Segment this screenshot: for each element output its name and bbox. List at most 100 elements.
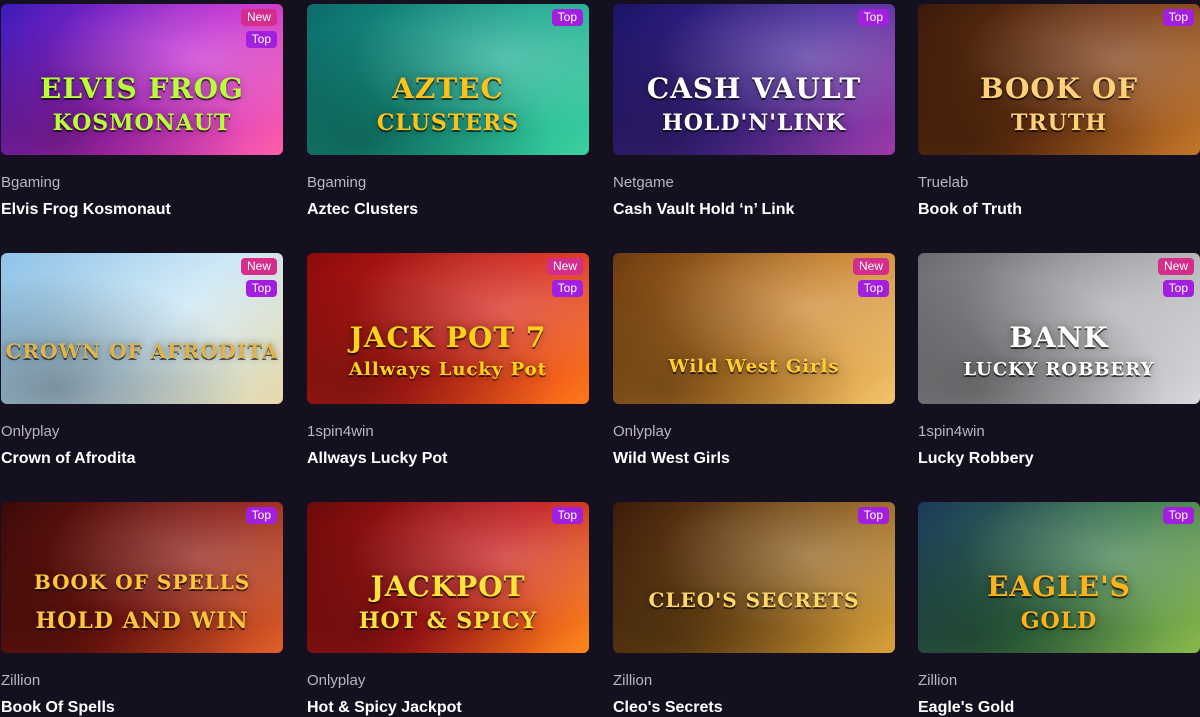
game-thumbnail[interactable]: CLEO'S SECRETS Top bbox=[613, 502, 895, 653]
top-badge: Top bbox=[857, 507, 889, 524]
game-provider: 1spin4win bbox=[307, 423, 374, 440]
game-card[interactable]: AZTEC CLUSTERS Top Bgaming Aztec Clusters bbox=[307, 4, 589, 220]
new-badge: New bbox=[1157, 258, 1194, 275]
badge-group: Top bbox=[1162, 507, 1194, 524]
game-logo-text: ELVIS FROG bbox=[40, 72, 244, 105]
game-title[interactable]: Hot & Spicy Jackpot bbox=[307, 698, 589, 717]
game-provider: Onlyplay bbox=[307, 672, 366, 689]
game-title[interactable]: Crown of Afrodita bbox=[1, 449, 283, 469]
game-provider: Onlyplay bbox=[613, 423, 672, 440]
game-provider: Bgaming bbox=[1, 174, 61, 191]
top-badge: Top bbox=[245, 31, 277, 48]
badge-group: Top bbox=[245, 507, 277, 524]
game-logo-text: CASH VAULT bbox=[646, 72, 862, 105]
game-card[interactable]: CROWN OF AFRODITA New Top Onlyplay Crown of … bbox=[1, 253, 283, 469]
game-title[interactable]: Cash Vault Hold ‘n’ Link bbox=[613, 200, 895, 220]
game-logo-text: BOOK OF SPELLS bbox=[33, 570, 251, 594]
game-provider: Bgaming bbox=[307, 174, 367, 191]
game-thumbnail[interactable]: BOOK OF TRUTH Top bbox=[918, 4, 1200, 155]
game-title[interactable]: Wild West Girls bbox=[613, 449, 895, 469]
game-artwork bbox=[613, 502, 895, 653]
new-badge: New bbox=[240, 9, 277, 26]
game-thumbnail[interactable]: AZTEC CLUSTERS Top bbox=[307, 4, 589, 155]
game-thumbnail[interactable]: CROWN OF AFRODITA New Top bbox=[1, 253, 283, 404]
badge-group: New Top bbox=[1157, 258, 1194, 297]
game-thumbnail[interactable]: JACKPOT HOT & SPICY Top bbox=[307, 502, 589, 653]
top-badge: Top bbox=[551, 9, 583, 26]
game-logo-subtext: Allways Lucky Pot bbox=[349, 359, 547, 380]
game-provider: Onlyplay bbox=[1, 423, 60, 440]
game-title[interactable]: Book of Truth bbox=[918, 200, 1200, 220]
game-card[interactable]: BOOK OF SPELLS HOLD AND WIN Top Zillion Book… bbox=[1, 502, 283, 717]
game-logo-subtext: GOLD bbox=[1020, 608, 1098, 634]
game-thumbnail[interactable]: Wild West Girls New Top bbox=[613, 253, 895, 404]
game-title[interactable]: Eagle's Gold bbox=[918, 698, 1200, 717]
game-card[interactable]: JACKPOT HOT & SPICY Top Onlyplay Hot & Spicy… bbox=[307, 502, 589, 717]
game-logo-subtext: Wild West Girls bbox=[668, 356, 840, 377]
game-title[interactable]: Aztec Clusters bbox=[307, 200, 589, 220]
badge-group: Top bbox=[551, 507, 583, 524]
game-card[interactable]: JACK POT 7 Allways Lucky Pot New Top 1spin4w… bbox=[307, 253, 589, 469]
game-provider: Zillion bbox=[613, 672, 653, 689]
game-logo-text: CLEO'S SECRETS bbox=[648, 588, 860, 612]
game-thumbnail[interactable]: JACK POT 7 Allways Lucky Pot New Top bbox=[307, 253, 589, 404]
top-badge: Top bbox=[857, 9, 889, 26]
badge-group: New Top bbox=[546, 258, 583, 297]
game-title[interactable]: Allways Lucky Pot bbox=[307, 449, 589, 469]
badge-group: Top bbox=[1162, 9, 1194, 26]
game-grid: ELVIS FROG KOSMONAUT New Top Bgaming Elvis Fr… bbox=[0, 0, 1200, 717]
game-provider: 1spin4win bbox=[918, 423, 985, 440]
badge-group: Top bbox=[857, 507, 889, 524]
game-logo-subtext: KOSMONAUT bbox=[52, 110, 232, 136]
top-badge: Top bbox=[1162, 280, 1194, 297]
game-logo-text: AZTEC bbox=[392, 72, 504, 105]
top-badge: Top bbox=[551, 280, 583, 297]
game-logo-text: BANK bbox=[1009, 321, 1109, 354]
game-logo-subtext: CLUSTERS bbox=[376, 110, 520, 136]
top-badge: Top bbox=[551, 507, 583, 524]
game-title[interactable]: Book Of Spells bbox=[1, 698, 283, 717]
game-logo-subtext: HOLD AND WIN bbox=[35, 608, 249, 634]
game-logo-subtext: LUCKY ROBBERY bbox=[963, 359, 1155, 380]
game-card[interactable]: ELVIS FROG KOSMONAUT New Top Bgaming Elvis Fr… bbox=[1, 4, 283, 220]
badge-group: New Top bbox=[240, 258, 277, 297]
game-provider: Truelab bbox=[918, 174, 969, 191]
game-title[interactable]: Cleo's Secrets bbox=[613, 698, 895, 717]
game-provider: Zillion bbox=[918, 672, 958, 689]
game-card[interactable]: BOOK OF TRUTH Top Truelab Book of Truth bbox=[918, 4, 1200, 220]
game-title[interactable]: Elvis Frog Kosmonaut bbox=[1, 200, 283, 220]
game-card[interactable]: EAGLE'S GOLD Top Zillion Eagle's Gold bbox=[918, 502, 1200, 717]
game-provider: Netgame bbox=[613, 174, 674, 191]
game-card[interactable]: CASH VAULT HOLD'N'LINK Top Netgame Cash Vaul… bbox=[613, 4, 895, 220]
game-thumbnail[interactable]: CASH VAULT HOLD'N'LINK Top bbox=[613, 4, 895, 155]
game-logo-text: JACK POT 7 bbox=[349, 321, 547, 354]
badge-group: Top bbox=[551, 9, 583, 26]
game-logo-text: EAGLE'S bbox=[987, 570, 1131, 603]
game-logo-subtext: TRUTH bbox=[1011, 110, 1107, 136]
game-logo-subtext: HOLD'N'LINK bbox=[661, 110, 847, 136]
game-logo-text: BOOK OF bbox=[979, 72, 1139, 105]
new-badge: New bbox=[546, 258, 583, 275]
game-card[interactable]: Wild West Girls New Top Onlyplay Wild West G… bbox=[613, 253, 895, 469]
top-badge: Top bbox=[245, 280, 277, 297]
game-logo-text: CROWN OF AFRODITA bbox=[5, 339, 279, 363]
new-badge: New bbox=[240, 258, 277, 275]
top-badge: Top bbox=[857, 280, 889, 297]
game-card[interactable]: BANK LUCKY ROBBERY New Top 1spin4win Lucky Ro… bbox=[918, 253, 1200, 469]
top-badge: Top bbox=[1162, 507, 1194, 524]
game-thumbnail[interactable]: EAGLE'S GOLD Top bbox=[918, 502, 1200, 653]
game-thumbnail[interactable]: ELVIS FROG KOSMONAUT New Top bbox=[1, 4, 283, 155]
game-thumbnail[interactable]: BOOK OF SPELLS HOLD AND WIN Top bbox=[1, 502, 283, 653]
top-badge: Top bbox=[245, 507, 277, 524]
game-logo-text: JACKPOT bbox=[370, 570, 526, 603]
game-logo-subtext: HOT & SPICY bbox=[358, 608, 538, 634]
game-thumbnail[interactable]: BANK LUCKY ROBBERY New Top bbox=[918, 253, 1200, 404]
badge-group: Top bbox=[857, 9, 889, 26]
game-title[interactable]: Lucky Robbery bbox=[918, 449, 1200, 469]
game-card[interactable]: CLEO'S SECRETS Top Zillion Cleo's Secrets bbox=[613, 502, 895, 717]
badge-group: New Top bbox=[240, 9, 277, 48]
badge-group: New Top bbox=[852, 258, 889, 297]
game-provider: Zillion bbox=[1, 672, 41, 689]
new-badge: New bbox=[852, 258, 889, 275]
top-badge: Top bbox=[1162, 9, 1194, 26]
